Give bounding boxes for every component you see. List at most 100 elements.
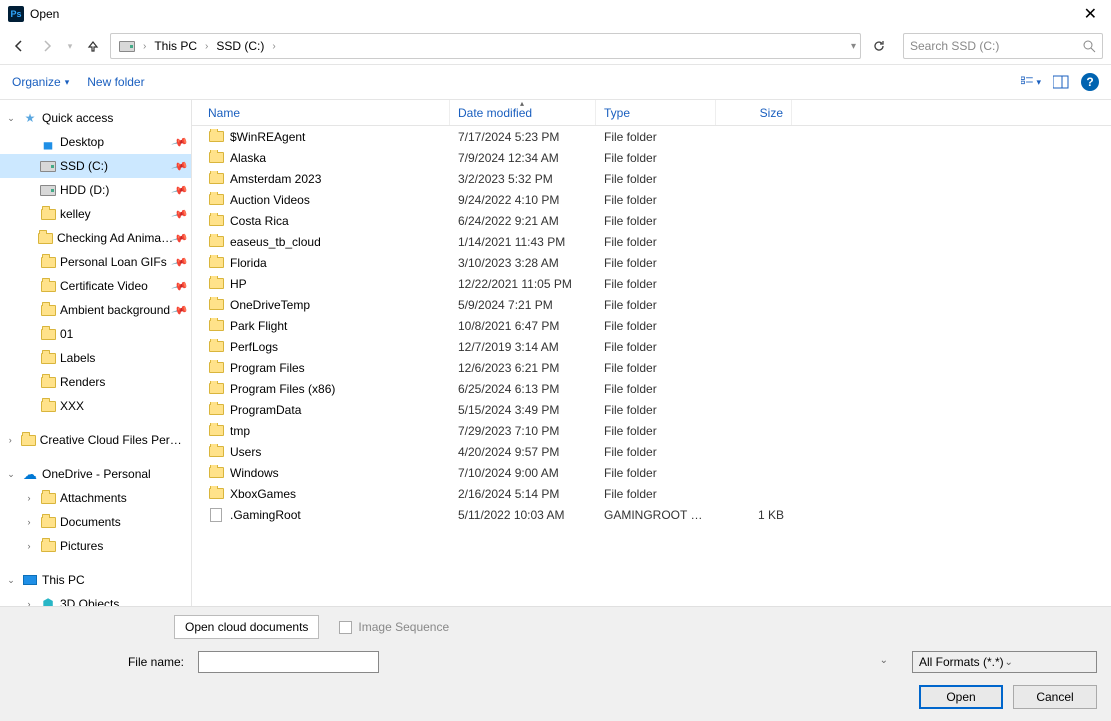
file-name-input[interactable] bbox=[198, 651, 379, 673]
twisty-icon[interactable]: › bbox=[22, 541, 36, 551]
tree-item[interactable]: HDD (D:)📌 bbox=[0, 178, 191, 202]
tree-item[interactable]: SSD (C:)📌 bbox=[0, 154, 191, 178]
tree-item[interactable]: Renders bbox=[0, 370, 191, 394]
twisty-icon[interactable]: ⌄ bbox=[4, 575, 18, 586]
organize-button[interactable]: Organize▾ bbox=[12, 75, 69, 89]
crumb-this-pc[interactable]: This PC bbox=[150, 39, 201, 53]
tree-item[interactable]: ›⬢3D Objects bbox=[0, 592, 191, 606]
file-name: XboxGames bbox=[230, 487, 296, 501]
file-row[interactable]: Users4/20/2024 9:57 PMFile folder bbox=[192, 441, 1111, 462]
drive-icon bbox=[40, 182, 56, 198]
refresh-button[interactable] bbox=[867, 39, 891, 53]
open-cloud-documents-button[interactable]: Open cloud documents bbox=[174, 615, 319, 639]
new-folder-button[interactable]: New folder bbox=[87, 75, 144, 89]
up-button[interactable] bbox=[82, 35, 104, 57]
folder-icon bbox=[208, 129, 224, 145]
forward-button[interactable] bbox=[36, 35, 58, 57]
tree-item[interactable]: Checking Ad Animation📌 bbox=[0, 226, 191, 250]
file-format-dropdown[interactable]: All Formats (*.*)⌄ bbox=[912, 651, 1097, 673]
back-button[interactable] bbox=[8, 35, 30, 57]
address-bar[interactable]: › This PC › SSD (C:) › ▾ bbox=[110, 33, 861, 59]
twisty-icon[interactable]: › bbox=[4, 435, 17, 445]
file-type: File folder bbox=[596, 319, 716, 333]
file-name: Florida bbox=[230, 256, 267, 270]
file-row[interactable]: Alaska7/9/2024 12:34 AMFile folder bbox=[192, 147, 1111, 168]
file-row[interactable]: tmp7/29/2023 7:10 PMFile folder bbox=[192, 420, 1111, 441]
search-input[interactable]: Search SSD (C:) bbox=[903, 33, 1103, 59]
folder-icon bbox=[208, 465, 224, 481]
file-date: 3/2/2023 5:32 PM bbox=[450, 172, 596, 186]
open-button[interactable]: Open bbox=[919, 685, 1003, 709]
folder-icon bbox=[208, 276, 224, 292]
file-row[interactable]: .GamingRoot5/11/2022 10:03 AMGAMINGROOT … bbox=[192, 504, 1111, 525]
folder-icon bbox=[208, 423, 224, 439]
filename-dropdown-icon[interactable]: ⌄ bbox=[880, 655, 888, 666]
tree-item[interactable]: Certificate Video📌 bbox=[0, 274, 191, 298]
file-row[interactable]: Windows7/10/2024 9:00 AMFile folder bbox=[192, 462, 1111, 483]
view-options-button[interactable]: ▾ bbox=[1021, 72, 1041, 92]
twisty-icon[interactable]: ⌄ bbox=[4, 469, 18, 480]
tree-item[interactable]: kelley📌 bbox=[0, 202, 191, 226]
file-row[interactable]: Florida3/10/2023 3:28 AMFile folder bbox=[192, 252, 1111, 273]
file-row[interactable]: $WinREAgent7/17/2024 5:23 PMFile folder bbox=[192, 126, 1111, 147]
tree-item-label: 01 bbox=[60, 327, 73, 341]
col-name[interactable]: Name▴ bbox=[192, 100, 450, 125]
file-row[interactable]: PerfLogs12/7/2019 3:14 AMFile folder bbox=[192, 336, 1111, 357]
folder-icon bbox=[38, 230, 53, 246]
file-date: 5/11/2022 10:03 AM bbox=[450, 508, 596, 522]
col-type[interactable]: Type bbox=[596, 100, 716, 125]
tree-item[interactable]: ⌄★Quick access bbox=[0, 106, 191, 130]
folder-icon bbox=[208, 318, 224, 334]
address-dropdown[interactable]: ▾ bbox=[851, 41, 856, 52]
tree-item[interactable]: ⌄This PC bbox=[0, 568, 191, 592]
tree-item[interactable]: ›Documents bbox=[0, 510, 191, 534]
file-type: File folder bbox=[596, 340, 716, 354]
tree-item[interactable]: Labels bbox=[0, 346, 191, 370]
file-name: PerfLogs bbox=[230, 340, 278, 354]
file-row[interactable]: XboxGames2/16/2024 5:14 PMFile folder bbox=[192, 483, 1111, 504]
drive-icon bbox=[119, 38, 135, 54]
folder-icon bbox=[208, 297, 224, 313]
twisty-icon[interactable]: › bbox=[22, 517, 36, 527]
col-size[interactable]: Size bbox=[716, 100, 792, 125]
app-icon: Ps bbox=[8, 6, 24, 22]
file-row[interactable]: easeus_tb_cloud1/14/2021 11:43 PMFile fo… bbox=[192, 231, 1111, 252]
recent-dropdown[interactable]: ▾ bbox=[64, 35, 76, 57]
tree-item[interactable]: ▄Desktop📌 bbox=[0, 130, 191, 154]
file-name: Costa Rica bbox=[230, 214, 289, 228]
file-row[interactable]: ProgramData5/15/2024 3:49 PMFile folder bbox=[192, 399, 1111, 420]
twisty-icon[interactable]: › bbox=[22, 493, 36, 503]
preview-pane-button[interactable] bbox=[1051, 72, 1071, 92]
tree-item[interactable]: Personal Loan GIFs📌 bbox=[0, 250, 191, 274]
nav-tree[interactable]: ⌄★Quick access▄Desktop📌SSD (C:)📌HDD (D:)… bbox=[0, 100, 192, 606]
file-date: 6/25/2024 6:13 PM bbox=[450, 382, 596, 396]
file-row[interactable]: Auction Videos9/24/2022 4:10 PMFile fold… bbox=[192, 189, 1111, 210]
tree-item[interactable]: ›Pictures bbox=[0, 534, 191, 558]
tree-item-label: 3D Objects bbox=[60, 597, 119, 606]
file-row[interactable]: Program Files12/6/2023 6:21 PMFile folde… bbox=[192, 357, 1111, 378]
tree-item[interactable]: 01 bbox=[0, 322, 191, 346]
pin-icon: 📌 bbox=[171, 277, 189, 295]
close-button[interactable]: ✕ bbox=[1078, 4, 1103, 24]
tree-item[interactable]: ›Creative Cloud Files Personal bbox=[0, 428, 191, 452]
tree-item-label: Labels bbox=[60, 351, 95, 365]
folder-icon bbox=[40, 350, 56, 366]
image-sequence-checkbox[interactable]: Image Sequence bbox=[339, 620, 449, 634]
twisty-icon[interactable]: › bbox=[22, 599, 36, 606]
folder-icon bbox=[208, 486, 224, 502]
twisty-icon[interactable]: ⌄ bbox=[4, 113, 18, 124]
tree-item[interactable]: ›Attachments bbox=[0, 486, 191, 510]
file-row[interactable]: Amsterdam 20233/2/2023 5:32 PMFile folde… bbox=[192, 168, 1111, 189]
file-row[interactable]: Program Files (x86)6/25/2024 6:13 PMFile… bbox=[192, 378, 1111, 399]
file-row[interactable]: Park Flight10/8/2021 6:47 PMFile folder bbox=[192, 315, 1111, 336]
file-row[interactable]: OneDriveTemp5/9/2024 7:21 PMFile folder bbox=[192, 294, 1111, 315]
crumb-ssd[interactable]: SSD (C:) bbox=[212, 39, 268, 53]
file-row[interactable]: HP12/22/2021 11:05 PMFile folder bbox=[192, 273, 1111, 294]
tree-item[interactable]: Ambient background📌 bbox=[0, 298, 191, 322]
cancel-button[interactable]: Cancel bbox=[1013, 685, 1097, 709]
help-button[interactable]: ? bbox=[1081, 73, 1099, 91]
file-rows[interactable]: $WinREAgent7/17/2024 5:23 PMFile folderA… bbox=[192, 126, 1111, 606]
file-row[interactable]: Costa Rica6/24/2022 9:21 AMFile folder bbox=[192, 210, 1111, 231]
tree-item[interactable]: ⌄☁OneDrive - Personal bbox=[0, 462, 191, 486]
tree-item[interactable]: XXX bbox=[0, 394, 191, 418]
